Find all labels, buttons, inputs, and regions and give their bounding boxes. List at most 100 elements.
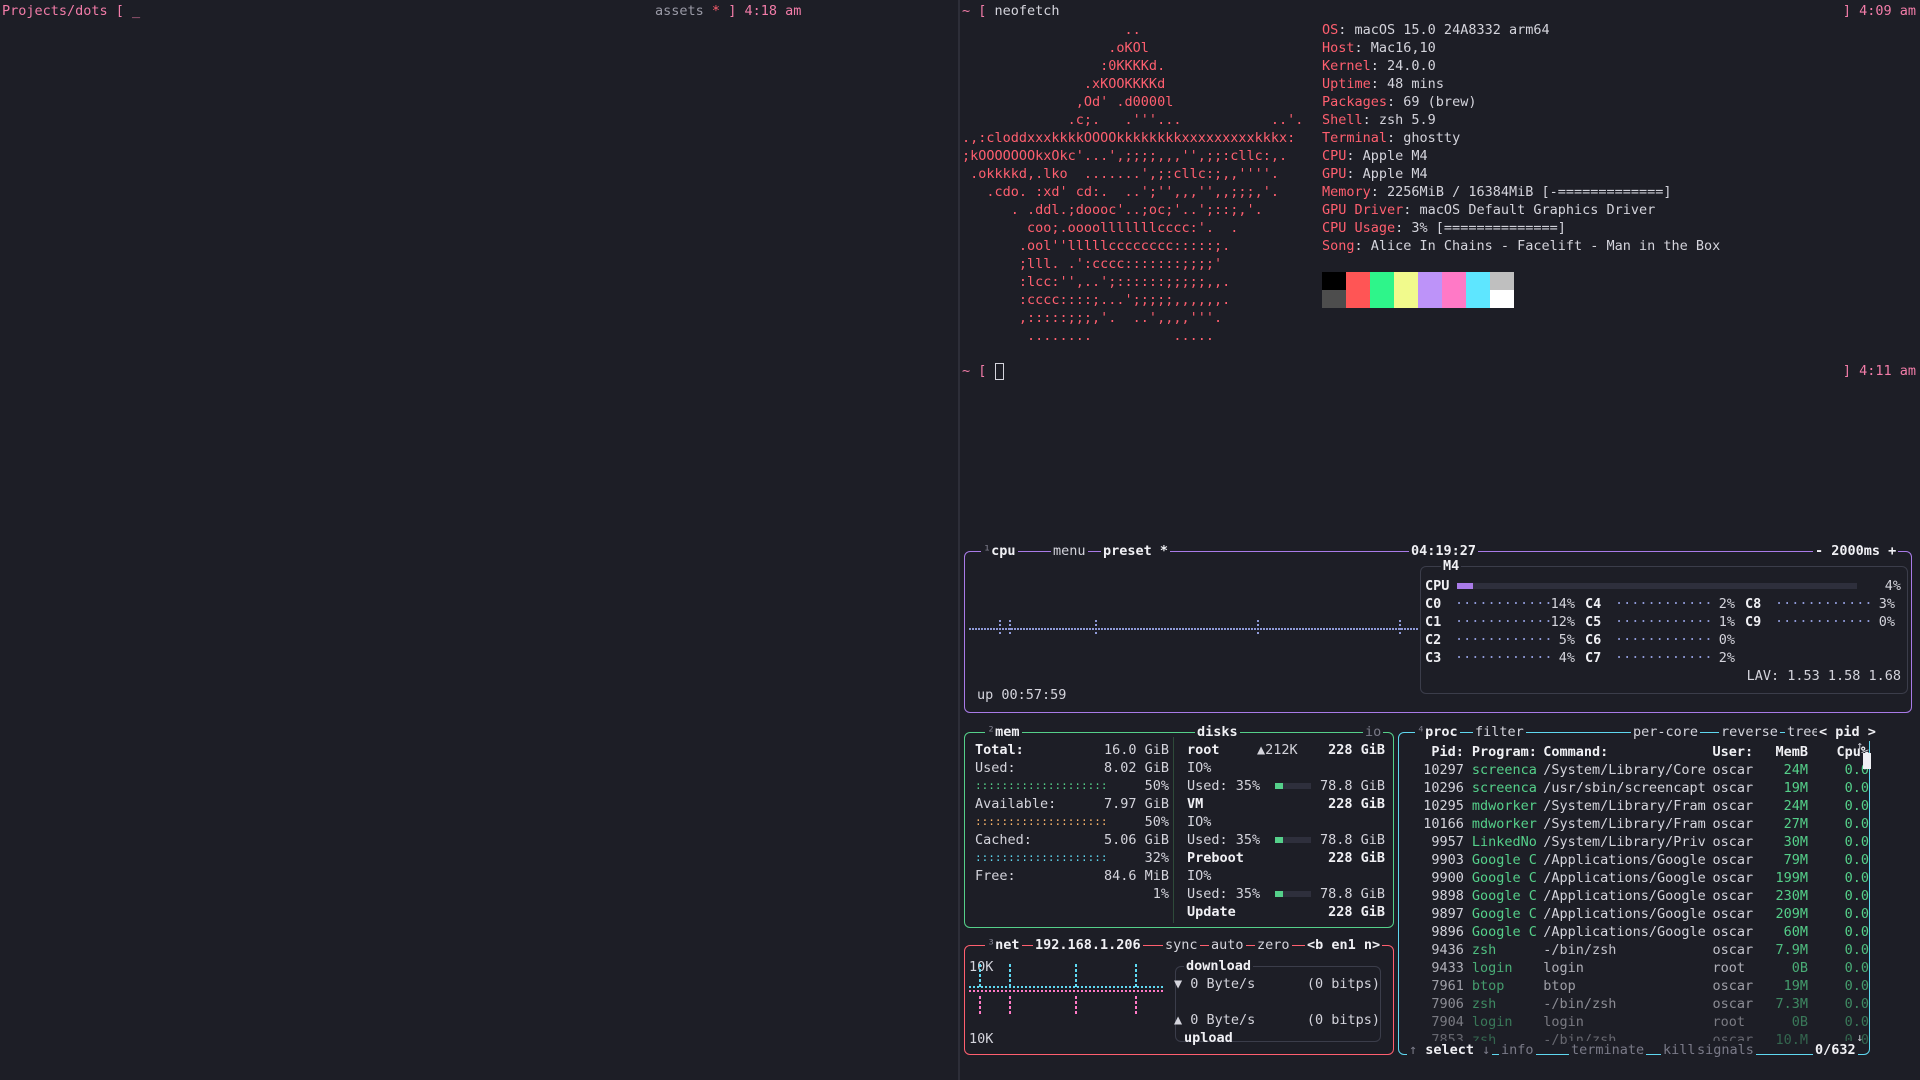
process-row[interactable]: 9900 Google C/Applications/Google oscar 199… bbox=[1413, 869, 1869, 887]
net-graph-point bbox=[1057, 990, 1059, 992]
info-line: OS: macOS 15.0 24A8332 arm64 bbox=[1322, 21, 1720, 39]
net-zero-toggle[interactable]: zero bbox=[1255, 936, 1292, 954]
upload-rate: ▲ 0 Byte/s bbox=[1174, 1012, 1256, 1028]
cpu-panel-title[interactable]: ¹cpu bbox=[981, 542, 1018, 560]
process-row[interactable]: 7904 login login root 0B 0.0 bbox=[1413, 1013, 1869, 1031]
cpu-interval-control[interactable]: - 2000ms + bbox=[1813, 542, 1899, 560]
disks-title[interactable]: disks bbox=[1195, 723, 1240, 741]
proc-mem: 79M bbox=[1783, 852, 1809, 868]
proc-panel-title[interactable]: ⁴proc bbox=[1415, 723, 1460, 741]
net-panel[interactable]: ³net 192.168.1.206 sync auto zero <b en1… bbox=[964, 936, 1394, 1055]
proc-user: oscar bbox=[1712, 834, 1754, 850]
net-graph-point bbox=[1105, 990, 1107, 992]
net-interface-selector[interactable]: <b en1 n> bbox=[1305, 936, 1383, 954]
proc-program: Google C bbox=[1471, 906, 1537, 922]
cpu-graph-point bbox=[1182, 628, 1184, 630]
net-graph-point bbox=[1137, 990, 1139, 992]
left-terminal-pane[interactable]: Projects/dots [ _ assets * ] 4:18 am bbox=[0, 0, 958, 1080]
proc-footer-info[interactable]: info bbox=[1499, 1041, 1536, 1059]
proc-column-header[interactable]: User: bbox=[1712, 743, 1765, 761]
proc-command: /Applications/Google bbox=[1543, 852, 1706, 868]
process-row[interactable]: 9898 Google C/Applications/Google oscar 230… bbox=[1413, 887, 1869, 905]
net-sync-toggle[interactable]: sync bbox=[1163, 936, 1200, 954]
process-row[interactable]: 9903 Google C/Applications/Google oscar 79M… bbox=[1413, 851, 1869, 869]
palette-swatch bbox=[1442, 290, 1466, 308]
proc-footer-terminate[interactable]: terminate bbox=[1569, 1041, 1647, 1059]
right-terminal-pane[interactable]: ~ [ neofetch ] 4:09 am .. .oKOl :0KKKKd.… bbox=[960, 0, 1920, 1080]
mem-panel-title[interactable]: ²mem bbox=[985, 723, 1022, 741]
process-row[interactable]: 10297 screenca/System/Library/Core oscar 24… bbox=[1413, 761, 1869, 779]
net-upload-spike bbox=[1135, 1011, 1137, 1014]
proc-sort-selector[interactable]: < pid > bbox=[1817, 723, 1878, 741]
proc-footer-select[interactable]: ↑ select ↓ bbox=[1407, 1041, 1493, 1059]
cpu-graph-point bbox=[1239, 628, 1241, 630]
proc-pid: 9903 bbox=[1431, 852, 1464, 868]
proc-footer-signals[interactable]: signals bbox=[1695, 1041, 1756, 1059]
proc-panel[interactable]: ⁴proc filter per-core reverse tree < pid… bbox=[1398, 723, 1878, 1059]
cpu-preset-button[interactable]: preset * bbox=[1101, 542, 1171, 560]
process-row[interactable]: 7961 btop btop oscar 19M 0.0 bbox=[1413, 977, 1869, 995]
proc-program: Google C bbox=[1471, 852, 1537, 868]
net-graph-point bbox=[1157, 990, 1159, 992]
cpu-graph-spike bbox=[1009, 628, 1011, 630]
cpu-graph-point bbox=[1266, 628, 1268, 630]
disks-io-toggle[interactable]: io bbox=[1363, 723, 1384, 741]
net-download-spike bbox=[1135, 964, 1137, 967]
proc-column-header[interactable]: MemB bbox=[1765, 743, 1809, 761]
net-graph-point bbox=[985, 986, 987, 988]
ascii-line: :lcc:'',..';::::::;;;;;,,. bbox=[962, 274, 1231, 290]
scroll-up-icon[interactable]: ↑ bbox=[1856, 737, 1863, 755]
proc-mem: 0B bbox=[1791, 960, 1809, 976]
cpu-graph-point bbox=[969, 628, 971, 630]
net-panel-title[interactable]: ³net bbox=[985, 936, 1022, 954]
cpu-graph-point bbox=[1326, 628, 1328, 630]
cpu-graph-point bbox=[1335, 628, 1337, 630]
process-row[interactable]: 9896 Google C/Applications/Google oscar 60M… bbox=[1413, 923, 1869, 941]
neofetch-prompt: ~ [ neofetch bbox=[962, 2, 1060, 20]
upload-bits: (0 bitps) bbox=[1306, 1012, 1380, 1028]
proc-command: -/bin/zsh bbox=[1543, 996, 1617, 1012]
mem-value: 5.06 GiB bbox=[1103, 832, 1169, 848]
cpu-core-label: C3 bbox=[1425, 650, 1442, 666]
cpu-graph-point bbox=[1296, 628, 1298, 630]
proc-reverse-toggle[interactable]: reverse bbox=[1719, 723, 1780, 741]
net-download-spike bbox=[979, 969, 981, 972]
process-row[interactable]: 9433 login login root 0B 0.0 bbox=[1413, 959, 1869, 977]
apple-ascii-logo: .. .oKOl :0KKKKd. .xKOOKKKKd ,Od' .d0000… bbox=[962, 21, 1303, 345]
net-download-spike bbox=[979, 979, 981, 982]
cpu-panel[interactable]: ¹cpu menu preset * 04:19:27 - 2000ms + u… bbox=[964, 542, 1912, 713]
active-prompt[interactable]: ~ [ bbox=[962, 362, 1004, 380]
proc-mem: 0B bbox=[1791, 1014, 1809, 1030]
process-row[interactable]: 10295 mdworker/System/Library/Fram oscar 24… bbox=[1413, 797, 1869, 815]
proc-column-header[interactable]: Program: bbox=[1464, 743, 1543, 761]
process-row[interactable]: 10166 mdworker/System/Library/Fram oscar 27… bbox=[1413, 815, 1869, 833]
cpu-graph-point bbox=[1011, 628, 1013, 630]
process-row[interactable]: 7906 zsh -/bin/zsh oscar 7.3M 0.0 bbox=[1413, 995, 1869, 1013]
proc-column-header[interactable]: Pid: bbox=[1413, 743, 1464, 761]
cpu-graph-point bbox=[1227, 628, 1229, 630]
cpu-graph-point bbox=[1110, 628, 1112, 630]
process-row[interactable]: 10296 screenca/usr/sbin/screencapt oscar 19… bbox=[1413, 779, 1869, 797]
net-graph-point bbox=[973, 990, 975, 992]
mem-value: 8.02 GiB bbox=[1103, 760, 1169, 776]
mem-panel[interactable]: ²mem disks io Total: 16.0 GiB Used: 8.02 Gi… bbox=[964, 723, 1394, 928]
cpu-menu-button[interactable]: menu bbox=[1051, 542, 1088, 560]
net-download-spike bbox=[1075, 984, 1077, 987]
proc-footer-kill[interactable]: kill bbox=[1661, 1041, 1698, 1059]
proc-cpu: 0.0 bbox=[1844, 960, 1869, 976]
proc-percore-toggle[interactable]: per-core bbox=[1631, 723, 1701, 741]
info-key: GPU Driver bbox=[1322, 202, 1404, 218]
proc-column-header[interactable]: Command: bbox=[1543, 743, 1712, 761]
proc-scrollbar-thumb[interactable] bbox=[1863, 753, 1871, 769]
git-dirty-star: * bbox=[711, 3, 721, 19]
net-traffic-graph bbox=[969, 964, 1163, 1014]
process-table[interactable]: Pid: Program: Command: User: MemB Cpu% 10297 s… bbox=[1413, 743, 1869, 1049]
info-line: Uptime: 48 mins bbox=[1322, 75, 1720, 93]
process-row[interactable]: 9957 LinkedNo/System/Library/Priv oscar 30M… bbox=[1413, 833, 1869, 851]
net-auto-toggle[interactable]: auto bbox=[1209, 936, 1246, 954]
process-row[interactable]: 9897 Google C/Applications/Google oscar 209… bbox=[1413, 905, 1869, 923]
proc-filter-button[interactable]: filter bbox=[1473, 723, 1526, 741]
cpu-graph-point bbox=[1104, 628, 1106, 630]
cpu-graph-point bbox=[1122, 628, 1124, 630]
process-row[interactable]: 9436 zsh -/bin/zsh oscar 7.9M 0.0 bbox=[1413, 941, 1869, 959]
